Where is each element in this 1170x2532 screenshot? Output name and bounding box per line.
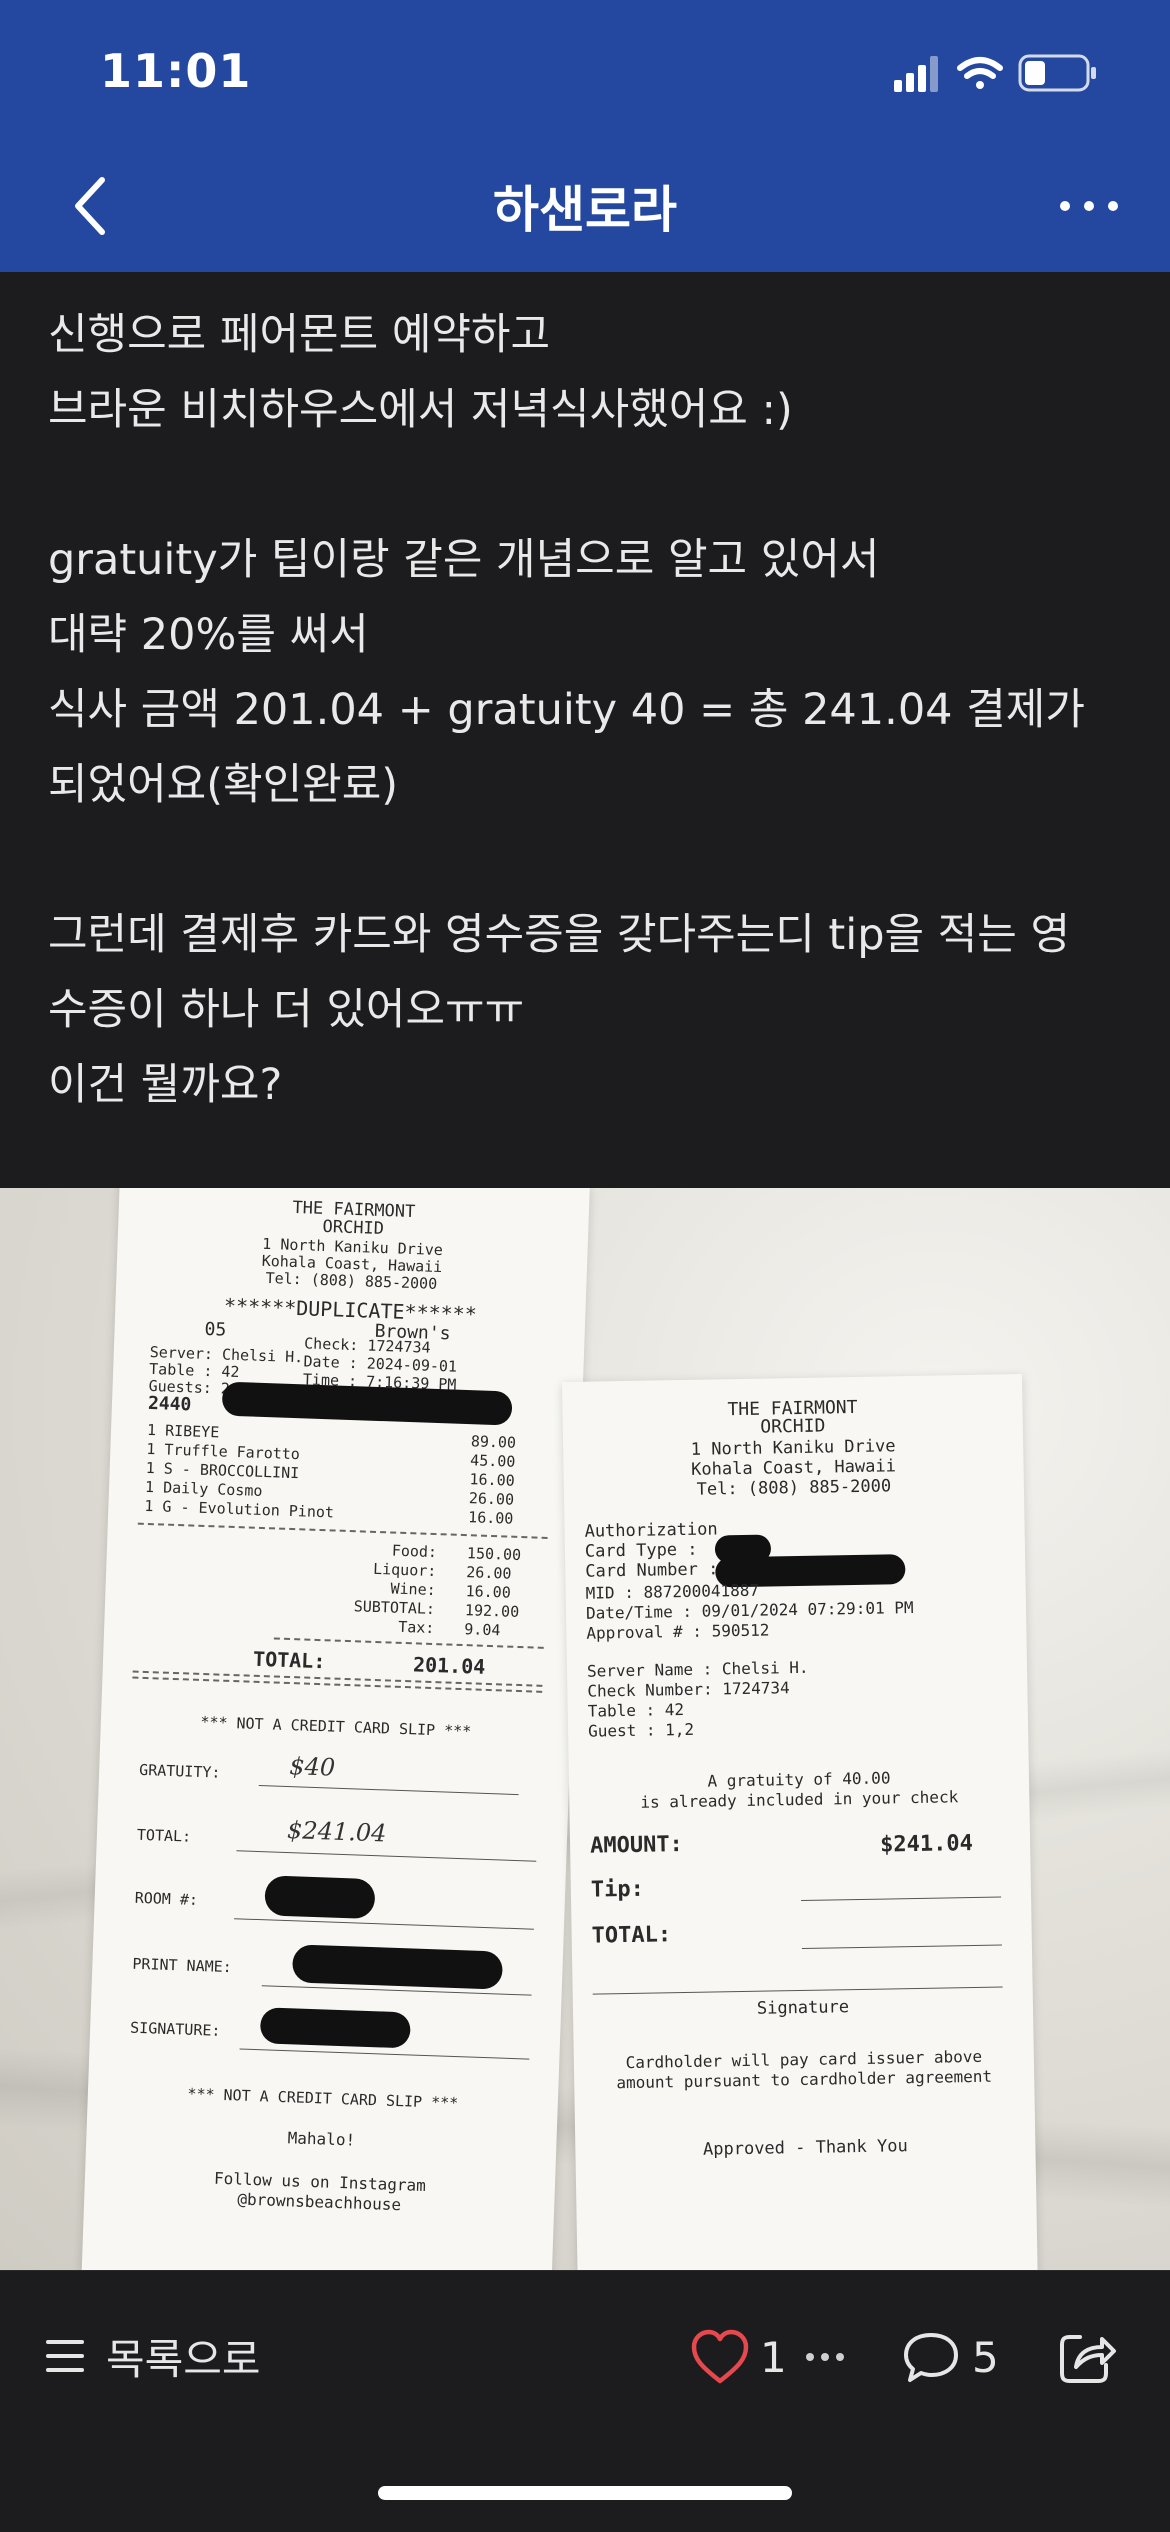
item-price: 16.00: [467, 1508, 514, 1528]
item-name: 1 RIBEYE: [146, 1420, 220, 1442]
total-value: 192.00: [464, 1601, 520, 1621]
total-value: 9.04: [464, 1620, 501, 1640]
back-to-list-label: 목록으로: [106, 2334, 261, 2384]
slip-approval: Approval # : 590512: [586, 1620, 770, 1643]
slip-authorization: Authorization: [584, 1519, 718, 1542]
slip-signature: Signature: [756, 1997, 850, 2019]
write-line: [239, 2048, 530, 2060]
nav-header: 하샌로라: [0, 140, 1170, 272]
receipt-total-label: TOTAL:: [252, 1646, 326, 1674]
total2-label: TOTAL:: [136, 1825, 192, 1846]
like-button[interactable]: 1: [690, 2319, 787, 2395]
slip-mid: MID : 887200041887: [585, 1580, 760, 1603]
receipt-photo[interactable]: THE FAIRMONT ORCHID 1 North Kaniku Drive…: [0, 1188, 1170, 2270]
slip-total-label: TOTAL:: [591, 1922, 672, 1949]
item-price: 89.00: [470, 1432, 517, 1452]
slip-card-type: Card Type :: [584, 1539, 698, 1562]
heart-icon: [691, 2329, 749, 2384]
share-button[interactable]: [1054, 2319, 1122, 2395]
status-time: 11:01: [100, 44, 252, 98]
signature-label: SIGNATURE:: [129, 2018, 221, 2040]
wifi-icon: [957, 57, 1003, 89]
receipt-divider: [273, 1637, 544, 1649]
write-line: [258, 1785, 519, 1796]
comment-button[interactable]: 5: [902, 2319, 999, 2395]
tip-write-line: [801, 1896, 1002, 1901]
total-write-line: [801, 1944, 1002, 1949]
total-value: 150.00: [466, 1544, 522, 1565]
post-line: 식사 금액 201.04 + gratuity 40 = 총 241.04 결제…: [48, 685, 1085, 735]
slip-check-number: Check Number: 1724734: [587, 1678, 790, 1701]
not-credit-slip: *** NOT A CREDIT CARD SLIP ***: [187, 2084, 459, 2113]
status-icons: [894, 50, 1114, 98]
battery-icon: [1018, 54, 1096, 92]
slip-server-name: Server Name : Chelsi H.: [586, 1657, 809, 1681]
like-count: 1: [760, 2332, 787, 2382]
comment-bubble-icon: [904, 2333, 958, 2382]
print-name-label: PRINT NAME:: [132, 1954, 233, 1977]
status-bar: 11:01: [0, 0, 1170, 140]
back-to-list-button[interactable]: 목록으로: [44, 2321, 261, 2391]
home-indicator: [378, 2486, 792, 2500]
more-horizontal-icon: [1060, 201, 1118, 211]
post-line: 신행으로 페어몬트 예약하고: [48, 310, 551, 360]
post-line: 그런데 결제후 카드와 영수증을 갖다주는디 tip을 적는 영: [48, 910, 1071, 960]
app-root: 11:01 하샌로라 신행으로 페어몬트 예약하고 브라운 비치하우스에서 저녁…: [0, 0, 1170, 2532]
post-line: 수증이 하나 더 있어오ㅠㅠ: [48, 985, 525, 1035]
post-body: 신행으로 페어몬트 예약하고 브라운 비치하우스에서 저녁식사했어요 :) gr…: [48, 298, 1128, 1123]
card-slip-receipt: THE FAIRMONT ORCHID 1 North Kaniku Drive…: [562, 1374, 1038, 2270]
menu-list-icon: [46, 2340, 84, 2372]
more-options-button[interactable]: [1044, 166, 1134, 246]
receipt-number: 2440: [147, 1392, 192, 1416]
page-title: 하샌로라: [493, 181, 677, 239]
gratuity-label: GRATUITY:: [138, 1760, 221, 1782]
slip-guest: Guest : 1,2: [587, 1719, 695, 1741]
write-line: [234, 1918, 534, 1930]
item-name: 1 G - Evolution Pinot: [144, 1496, 335, 1522]
restaurant-receipt: THE FAIRMONT ORCHID 1 North Kaniku Drive…: [81, 1188, 590, 2270]
post-line: gratuity가 팁이랑 같은 개념으로 알고 있어서: [48, 535, 880, 585]
slip-table: Table : 42: [587, 1700, 685, 1721]
redaction-mark: [259, 2007, 411, 2049]
more-horizontal-icon: [806, 2353, 844, 2361]
mahalo-text: Mahalo!: [287, 2128, 356, 2150]
signal-icon: [894, 56, 938, 92]
item-price: 16.00: [469, 1470, 516, 1490]
receipt-code: 05: [204, 1318, 227, 1341]
slip-card-number: Card Number :: [585, 1559, 719, 1582]
gratuity-handwritten: $40: [288, 1752, 336, 1782]
post-line: [48, 823, 1128, 898]
write-line: [236, 1850, 537, 1862]
redaction-mark: [291, 1944, 504, 1990]
not-credit-slip: *** NOT A CREDIT CARD SLIP ***: [200, 1712, 472, 1741]
signature-line: [592, 1986, 1003, 1995]
receipt-duplicate: ******DUPLICATE******: [223, 1293, 478, 1327]
total-value: 26.00: [465, 1563, 512, 1583]
slip-amount-value: $241.04: [879, 1830, 974, 1858]
item-price: 26.00: [468, 1489, 515, 1509]
comment-count: 5: [972, 2332, 999, 2382]
slip-tip-label: Tip:: [590, 1876, 645, 1903]
post-line: 브라운 비치하우스에서 저녁식사했어요 :): [48, 385, 793, 435]
item-price: 45.00: [469, 1451, 516, 1471]
redaction-mark: [221, 1381, 513, 1426]
total-label: Tax:: [397, 1617, 435, 1638]
post-line: 이건 뭘까요?: [48, 1060, 283, 1110]
share-icon: [1060, 2335, 1116, 2383]
more-reactions-button[interactable]: [800, 2329, 850, 2385]
receipt-total-value: 201.04: [412, 1652, 486, 1679]
post-line: 되었어요(확인완료): [48, 760, 399, 810]
post-line: [48, 448, 1128, 523]
room-label: ROOM #:: [134, 1888, 199, 1909]
total-handwritten: $241.04: [286, 1816, 387, 1848]
redaction-mark: [264, 1875, 376, 1920]
slip-amount-label: AMOUNT:: [589, 1832, 684, 1859]
post-line: 대략 20%를 써서: [48, 610, 369, 660]
total-value: 16.00: [465, 1582, 512, 1602]
approved-text: Approved - Thank You: [702, 2136, 908, 2160]
